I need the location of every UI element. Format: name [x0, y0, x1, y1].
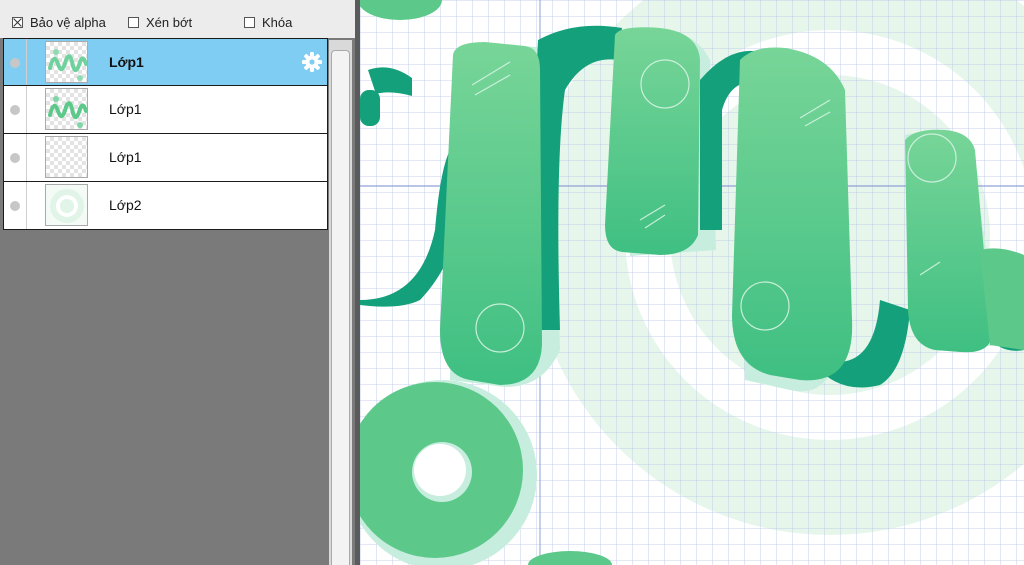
- layer-options-bar: Bảo vệ alpha Xén bớt Khóa: [0, 0, 355, 38]
- lock-option[interactable]: Khóa: [244, 13, 292, 31]
- canvas-artwork: [360, 0, 1024, 565]
- visibility-toggle[interactable]: [4, 134, 27, 181]
- alpha-protect-checkbox[interactable]: [12, 16, 23, 28]
- layers-panel: Bảo vệ alpha Xén bớt Khóa Lớp1 Lớp1 Lớp1…: [0, 0, 355, 565]
- eye-dot-icon: [10, 105, 20, 115]
- layer-name: Lớp1: [109, 101, 142, 117]
- eye-dot-icon: [10, 58, 20, 68]
- lock-checkbox[interactable]: [244, 16, 255, 28]
- alpha-protect-label: Bảo vệ alpha: [30, 14, 106, 30]
- visibility-toggle[interactable]: [4, 39, 27, 85]
- layer-list: Lớp1 Lớp1 Lớp1 Lớp2: [3, 38, 328, 230]
- clip-option[interactable]: Xén bớt: [128, 13, 192, 31]
- layer-row[interactable]: Lớp1: [3, 86, 328, 134]
- eye-dot-icon: [10, 201, 20, 211]
- scrollbar-thumb[interactable]: [331, 50, 350, 565]
- layer-name: Lớp1: [109, 54, 144, 70]
- visibility-toggle[interactable]: [4, 182, 27, 229]
- lock-label: Khóa: [262, 14, 293, 30]
- layer-name: Lớp2: [109, 197, 142, 213]
- layer-thumbnail: [45, 184, 88, 226]
- layer-thumbnail: [45, 136, 88, 178]
- layer-name: Lớp1: [109, 149, 142, 165]
- layer-row[interactable]: Lớp2: [3, 182, 328, 230]
- layer-row[interactable]: Lớp1: [3, 38, 328, 86]
- layer-row[interactable]: Lớp1: [3, 134, 328, 182]
- clip-label: Xén bớt: [146, 14, 193, 30]
- visibility-toggle[interactable]: [4, 86, 27, 133]
- eye-dot-icon: [10, 153, 20, 163]
- layer-thumbnail: [45, 41, 88, 83]
- alpha-protect-option[interactable]: Bảo vệ alpha: [12, 13, 106, 31]
- drawing-canvas[interactable]: [360, 0, 1024, 565]
- layer-thumbnail: [45, 88, 88, 130]
- clip-checkbox[interactable]: [128, 16, 139, 28]
- gear-icon[interactable]: [301, 51, 323, 73]
- layer-list-scrollbar[interactable]: [329, 40, 352, 565]
